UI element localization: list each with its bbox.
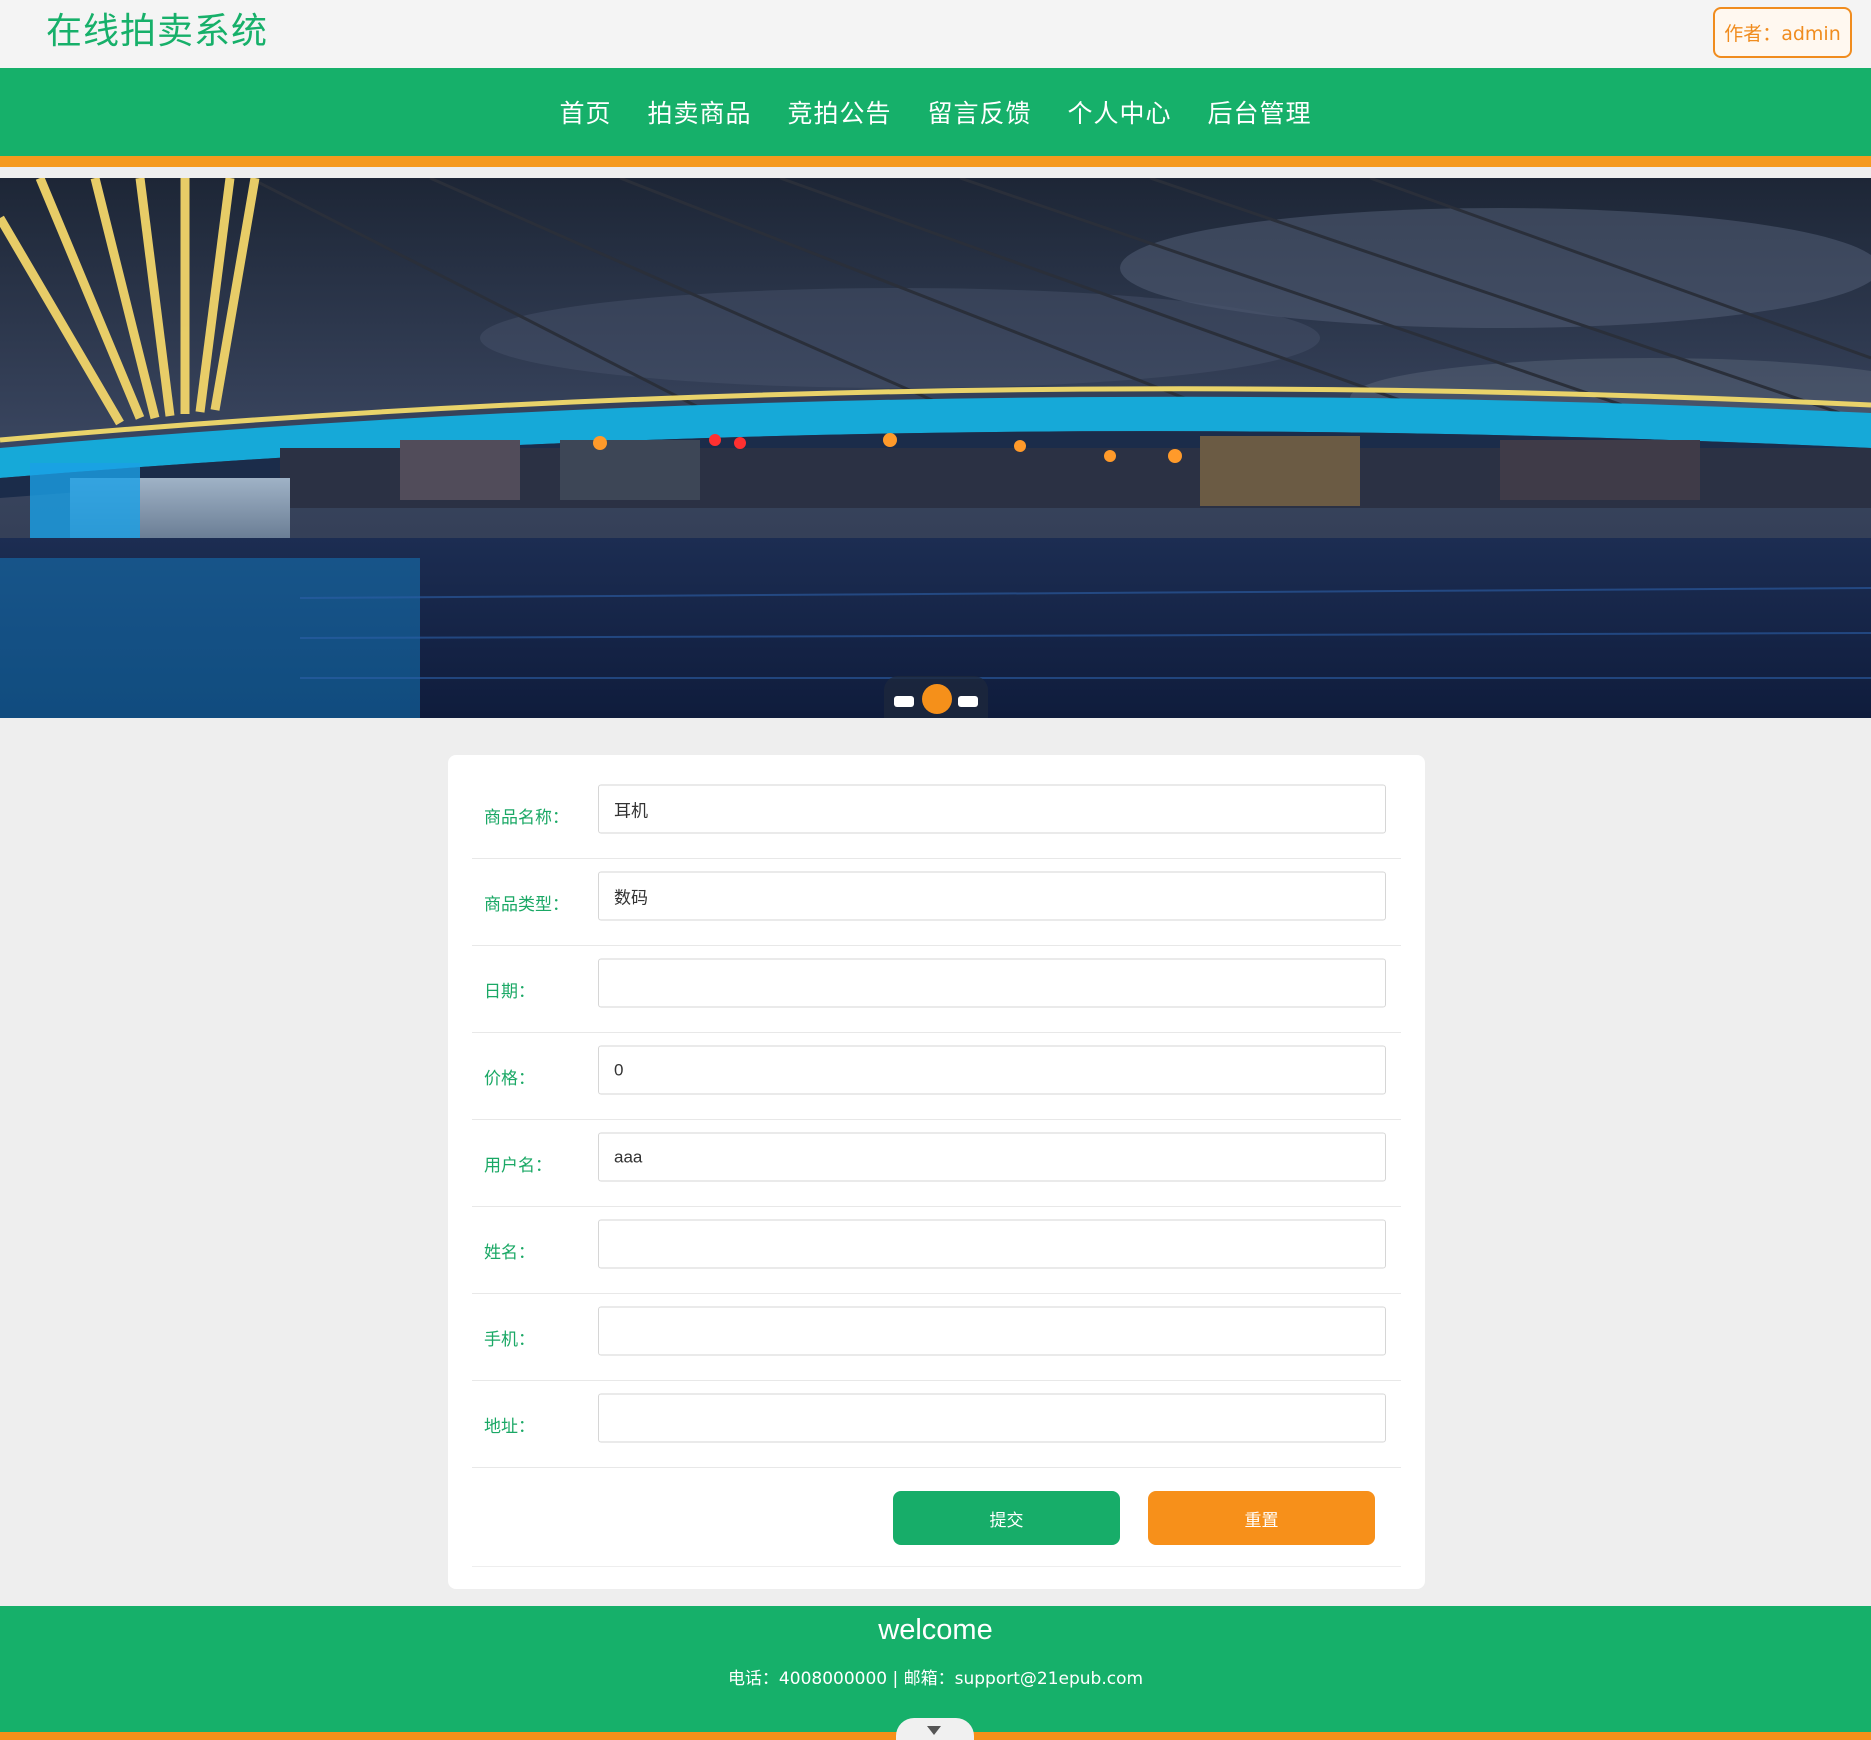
top-header: 在线拍卖系统 作者：admin xyxy=(0,0,1871,68)
reset-button[interactable]: 重置 xyxy=(1148,1491,1375,1545)
footer-contact: 电话：4008000000 | 邮箱：support@21epub.com xyxy=(727,1669,1144,1689)
carousel-dot-active[interactable] xyxy=(922,684,952,714)
carousel-dot-3[interactable] xyxy=(958,696,978,707)
nav-list: 首页 拍卖商品 竞拍公告 留言反馈 个人中心 后台管理 xyxy=(0,68,1871,156)
author-badge[interactable]: 作者：admin xyxy=(1713,7,1852,58)
goods-type-label: 商品类型： xyxy=(484,895,569,915)
realname-input[interactable] xyxy=(598,1219,1386,1269)
goods-type-input[interactable]: 数码 xyxy=(598,871,1386,921)
form-row-phone: 手机： xyxy=(472,1294,1401,1381)
date-label: 日期： xyxy=(484,982,535,1002)
submit-button[interactable]: 提交 xyxy=(893,1491,1120,1545)
nav-item-auction-goods[interactable]: 拍卖商品 xyxy=(647,94,751,130)
nav-item-bid-notices[interactable]: 竞拍公告 xyxy=(787,94,891,130)
chevron-down-icon xyxy=(927,1726,941,1735)
price-label: 价格： xyxy=(484,1069,535,1089)
goods-name-input[interactable]: 耳机 xyxy=(598,784,1386,834)
username-label: 用户名： xyxy=(484,1156,552,1176)
banner-carousel[interactable] xyxy=(0,178,1871,718)
date-input[interactable] xyxy=(598,958,1386,1008)
nav-item-personal-center[interactable]: 个人中心 xyxy=(1068,94,1172,130)
footer-title: welcome xyxy=(878,1614,993,1646)
form-button-row: 提交 重置 xyxy=(472,1477,1401,1567)
realname-label: 姓名： xyxy=(484,1243,535,1263)
banner-image xyxy=(0,178,1871,718)
form-row-username: 用户名： aaa xyxy=(472,1120,1401,1207)
username-input[interactable]: aaa xyxy=(598,1132,1386,1182)
carousel-dot-1[interactable] xyxy=(894,696,914,707)
site-title: 在线拍卖系统 xyxy=(46,11,269,52)
phone-input[interactable] xyxy=(598,1306,1386,1356)
form-row-date: 日期： xyxy=(472,946,1401,1033)
price-input[interactable]: 0 xyxy=(598,1045,1386,1095)
form-row-price: 价格： 0 xyxy=(472,1033,1401,1120)
form-row-goods-name: 商品名称： 耳机 xyxy=(472,772,1401,859)
form-row-goods-type: 商品类型： 数码 xyxy=(472,859,1401,946)
form-row-realname: 姓名： xyxy=(472,1207,1401,1294)
nav-item-admin[interactable]: 后台管理 xyxy=(1208,94,1312,130)
carousel-indicators xyxy=(884,676,988,718)
goods-name-label: 商品名称： xyxy=(484,808,569,828)
auction-form-card: 商品名称： 耳机 商品类型： 数码 日期： 价格： 0 用户名： aaa 姓名：… xyxy=(448,755,1425,1589)
address-input[interactable] xyxy=(598,1393,1386,1443)
form-row-address: 地址： xyxy=(472,1381,1401,1468)
nav-item-feedback[interactable]: 留言反馈 xyxy=(928,94,1032,130)
nav-item-home[interactable]: 首页 xyxy=(559,94,611,130)
scroll-down-tab[interactable] xyxy=(896,1718,974,1740)
phone-label: 手机： xyxy=(484,1330,535,1350)
address-label: 地址： xyxy=(484,1417,535,1437)
main-navbar: 首页 拍卖商品 竞拍公告 留言反馈 个人中心 后台管理 xyxy=(0,68,1871,167)
